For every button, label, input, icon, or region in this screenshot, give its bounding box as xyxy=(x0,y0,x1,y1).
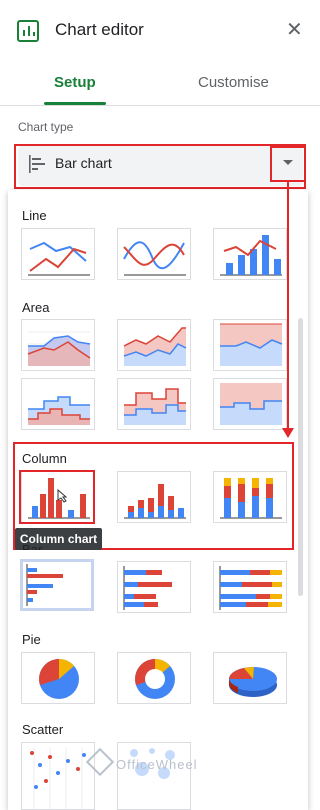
annotation-arrow-head-icon xyxy=(282,428,294,438)
chart-type-value: Bar chart xyxy=(55,155,112,171)
stacked-column-chart-thumb[interactable] xyxy=(117,471,191,523)
line-chart-thumb[interactable] xyxy=(21,228,95,280)
100-stacked-area-chart-thumb[interactable] xyxy=(213,319,287,371)
doughnut-chart-thumb[interactable] xyxy=(117,652,191,704)
bar-chart-icon xyxy=(29,155,45,173)
pie-chart-thumb[interactable] xyxy=(21,652,95,704)
100-stacked-bar-chart-thumb[interactable] xyxy=(213,561,287,613)
3d-pie-chart-thumb[interactable] xyxy=(213,652,287,704)
stepped-area-chart-thumb[interactable] xyxy=(21,378,95,430)
tab-divider xyxy=(0,105,320,106)
sheets-chart-icon xyxy=(17,20,39,42)
section-label-bar: Bar xyxy=(22,542,43,550)
gallery-scrollbar[interactable] xyxy=(298,318,303,596)
smooth-line-chart-thumb[interactable] xyxy=(117,228,191,280)
section-label-scatter: Scatter xyxy=(22,722,64,737)
column-thumb-highlight xyxy=(19,470,95,524)
stacked-stepped-area-chart-thumb[interactable] xyxy=(117,378,191,430)
stacked-area-chart-thumb[interactable] xyxy=(117,319,191,371)
section-label-pie: Pie xyxy=(22,632,41,647)
area-chart-thumb[interactable] xyxy=(21,319,95,371)
scatter-chart-thumb[interactable] xyxy=(21,742,95,810)
section-label-line: Line xyxy=(22,208,47,223)
section-label-column: Column xyxy=(22,451,67,466)
chevron-down-icon[interactable] xyxy=(283,160,293,165)
close-icon[interactable]: ✕ xyxy=(286,17,303,43)
stacked-bar-chart-thumb[interactable] xyxy=(117,561,191,613)
section-label-area: Area xyxy=(22,300,50,315)
watermark-text: OfficeWheel xyxy=(116,757,198,772)
tab-customise[interactable]: Customise xyxy=(198,74,269,91)
panel-title: Chart editor xyxy=(55,20,144,39)
100-stacked-column-chart-thumb[interactable] xyxy=(213,471,287,523)
annotation-arrow-line xyxy=(287,180,289,430)
chart-type-label: Chart type xyxy=(18,120,74,134)
tab-setup[interactable]: Setup xyxy=(54,74,96,91)
100-stacked-stepped-area-chart-thumb[interactable] xyxy=(213,378,287,430)
bar-chart-thumb[interactable] xyxy=(20,559,94,611)
combo-chart-thumb[interactable] xyxy=(213,228,287,280)
bubble-chart-thumb[interactable] xyxy=(117,742,191,810)
